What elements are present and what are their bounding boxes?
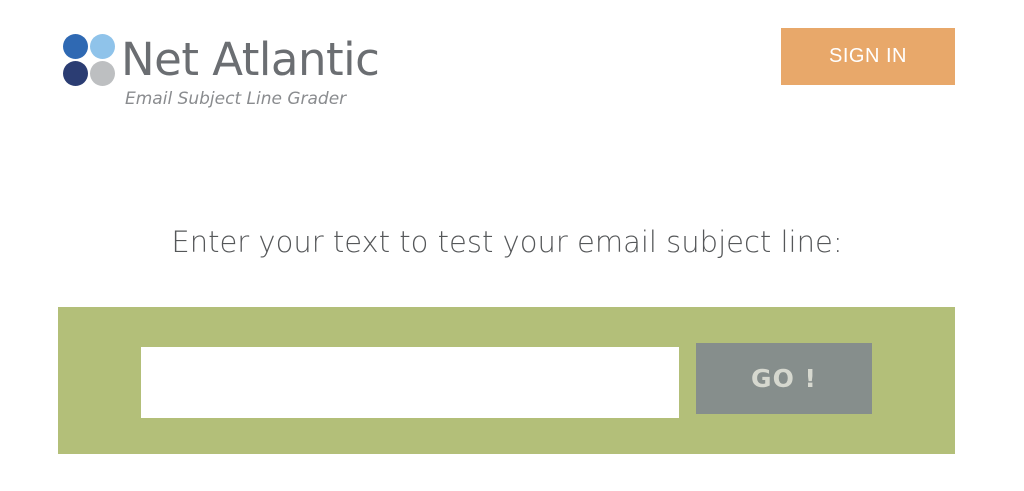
logo-dots-icon [63,34,117,88]
logo-dot [90,34,115,59]
subject-line-form: GO ! [58,307,955,454]
logo-name: Net Atlantic [121,33,380,86]
logo-tagline: Email Subject Line Grader [125,89,347,109]
go-button[interactable]: GO ! [696,343,872,414]
logo-dot [63,61,88,86]
net-atlantic-logo[interactable]: Net Atlantic Email Subject Line Grader [63,30,423,114]
logo-dot [90,61,115,86]
sign-in-button[interactable]: SIGN IN [781,28,955,85]
logo-dot [63,34,88,59]
page: Net Atlantic Email Subject Line Grader S… [0,0,1024,491]
page-prompt: Enter your text to test your email subje… [171,225,843,259]
subject-line-input[interactable] [141,347,679,418]
